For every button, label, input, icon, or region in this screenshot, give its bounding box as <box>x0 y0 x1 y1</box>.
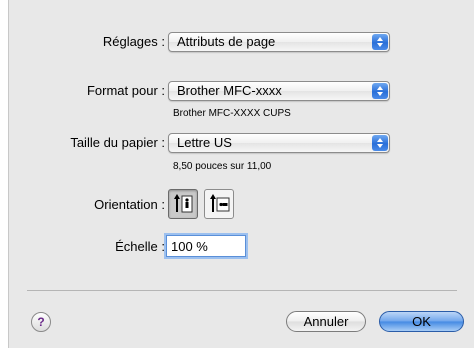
paper-popup[interactable]: Lettre US <box>168 133 390 153</box>
scale-field[interactable] <box>166 235 246 257</box>
format-subtext: Brother MFC-XXXX CUPS <box>173 108 291 119</box>
paper-label: Taille du papier : <box>70 135 165 150</box>
settings-label: Réglages : <box>102 34 165 49</box>
settings-popup[interactable]: Attributs de page <box>168 32 390 52</box>
portrait-button[interactable] <box>168 189 198 219</box>
ok-button[interactable]: OK <box>379 311 464 332</box>
page-setup-dialog: Réglages : Attributs de page Format pour… <box>8 0 474 348</box>
popup-arrows-icon <box>372 83 388 99</box>
popup-arrows-icon <box>372 135 388 151</box>
scale-label: Échelle : <box>115 239 165 254</box>
orientation-label: Orientation : <box>94 197 165 212</box>
paper-subtext: 8,50 pouces sur 11,00 <box>173 161 272 172</box>
cancel-button[interactable]: Annuler <box>286 311 366 332</box>
paper-value: Lettre US <box>177 135 232 150</box>
help-button[interactable]: ? <box>31 312 51 332</box>
format-popup[interactable]: Brother MFC-xxxx <box>168 81 390 101</box>
format-label: Format pour : <box>86 83 165 98</box>
popup-arrows-icon <box>372 34 388 50</box>
landscape-button[interactable] <box>204 189 234 219</box>
format-value: Brother MFC-xxxx <box>177 83 282 98</box>
divider <box>27 290 457 291</box>
portrait-icon <box>174 194 193 213</box>
landscape-icon <box>210 194 230 212</box>
settings-value: Attributs de page <box>177 34 276 49</box>
